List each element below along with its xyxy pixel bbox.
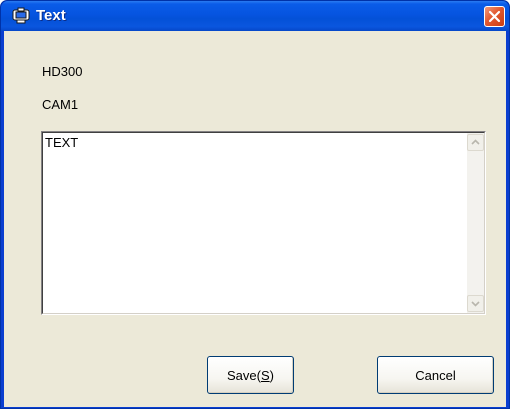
text-input-area[interactable]: TEXT <box>41 131 486 315</box>
device-label: HD300 <box>42 64 83 79</box>
dialog-client-area: HD300 CAM1 TEXT Save(S) Cancel <box>4 31 506 407</box>
text-dialog-window: Text HD300 CAM1 TEXT Save(S) Cancel <box>0 0 510 409</box>
window-title: Text <box>36 7 66 24</box>
text-input-inner[interactable]: TEXT <box>42 132 485 314</box>
text-window-icon <box>12 7 30 24</box>
vertical-scrollbar[interactable] <box>467 133 484 313</box>
scroll-down-button[interactable] <box>467 295 484 312</box>
save-button-suffix: ) <box>269 367 274 383</box>
scroll-up-button[interactable] <box>467 134 484 151</box>
camera-label: CAM1 <box>42 97 79 112</box>
cancel-button[interactable]: Cancel <box>377 356 494 394</box>
scroll-up-arrow-icon <box>471 139 480 145</box>
save-button[interactable]: Save(S) <box>207 356 294 394</box>
save-button-prefix: Save( <box>227 367 261 383</box>
scroll-down-arrow-icon <box>471 301 480 307</box>
text-input-value[interactable]: TEXT <box>45 135 78 151</box>
close-icon <box>488 10 501 23</box>
close-button[interactable] <box>484 6 505 27</box>
save-button-mnemonic: S <box>260 367 270 383</box>
title-bar[interactable]: Text <box>1 1 509 31</box>
